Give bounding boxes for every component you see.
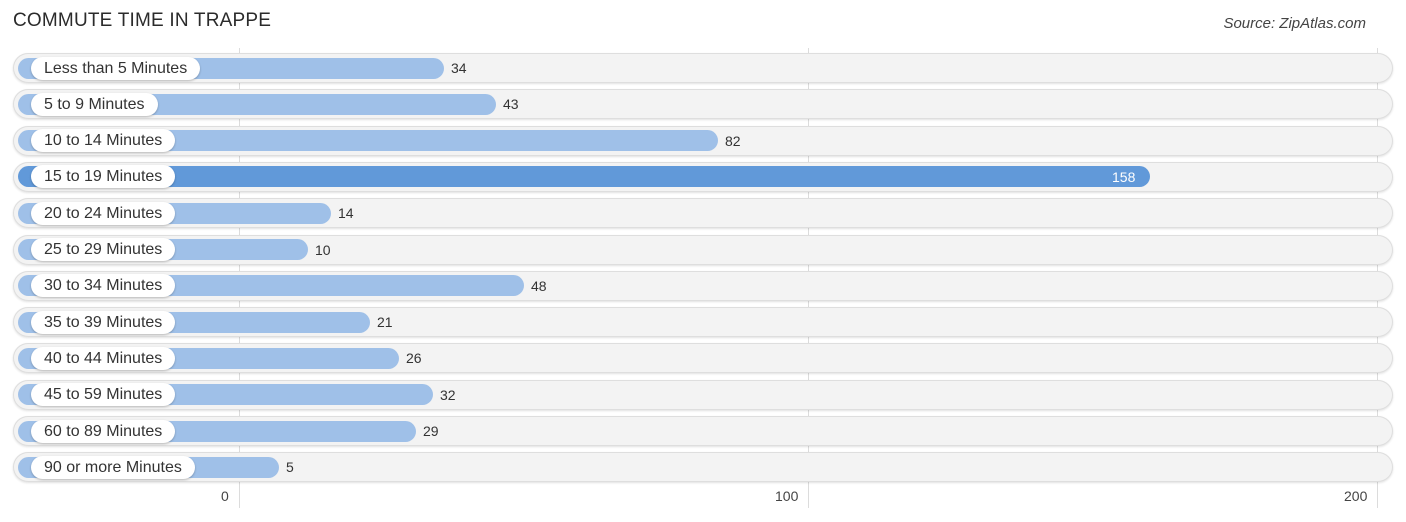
value-label: 5	[286, 459, 294, 475]
category-label: 90 or more Minutes	[31, 456, 195, 479]
category-label: 60 to 89 Minutes	[31, 420, 176, 443]
category-label: 20 to 24 Minutes	[31, 202, 176, 225]
value-label: 10	[315, 242, 331, 258]
category-label: 5 to 9 Minutes	[31, 93, 158, 116]
value-label: 82	[725, 133, 741, 149]
category-label: 10 to 14 Minutes	[31, 129, 176, 152]
value-label: 34	[451, 60, 467, 76]
chart-title: COMMUTE TIME IN TRAPPE	[13, 10, 272, 31]
value-label: 32	[440, 387, 456, 403]
value-label: 158	[1112, 169, 1136, 185]
category-label: 15 to 19 Minutes	[31, 165, 176, 188]
category-label: 35 to 39 Minutes	[31, 311, 176, 334]
source-label: Source: ZipAtlas.com	[1223, 15, 1366, 32]
category-label: 30 to 34 Minutes	[31, 274, 176, 297]
value-label: 14	[338, 205, 354, 221]
x-tick-label: 0	[221, 488, 229, 504]
x-tick-label: 100	[775, 488, 799, 504]
value-label: 21	[377, 314, 393, 330]
value-label: 43	[503, 96, 519, 112]
category-label: Less than 5 Minutes	[31, 57, 201, 80]
value-label: 29	[423, 423, 439, 439]
bar[interactable]	[18, 166, 1150, 187]
x-tick-label: 200	[1344, 488, 1368, 504]
category-label: 40 to 44 Minutes	[31, 347, 176, 370]
category-label: 45 to 59 Minutes	[31, 383, 176, 406]
value-label: 26	[406, 350, 422, 366]
value-label: 48	[531, 278, 547, 294]
category-label: 25 to 29 Minutes	[31, 238, 176, 261]
